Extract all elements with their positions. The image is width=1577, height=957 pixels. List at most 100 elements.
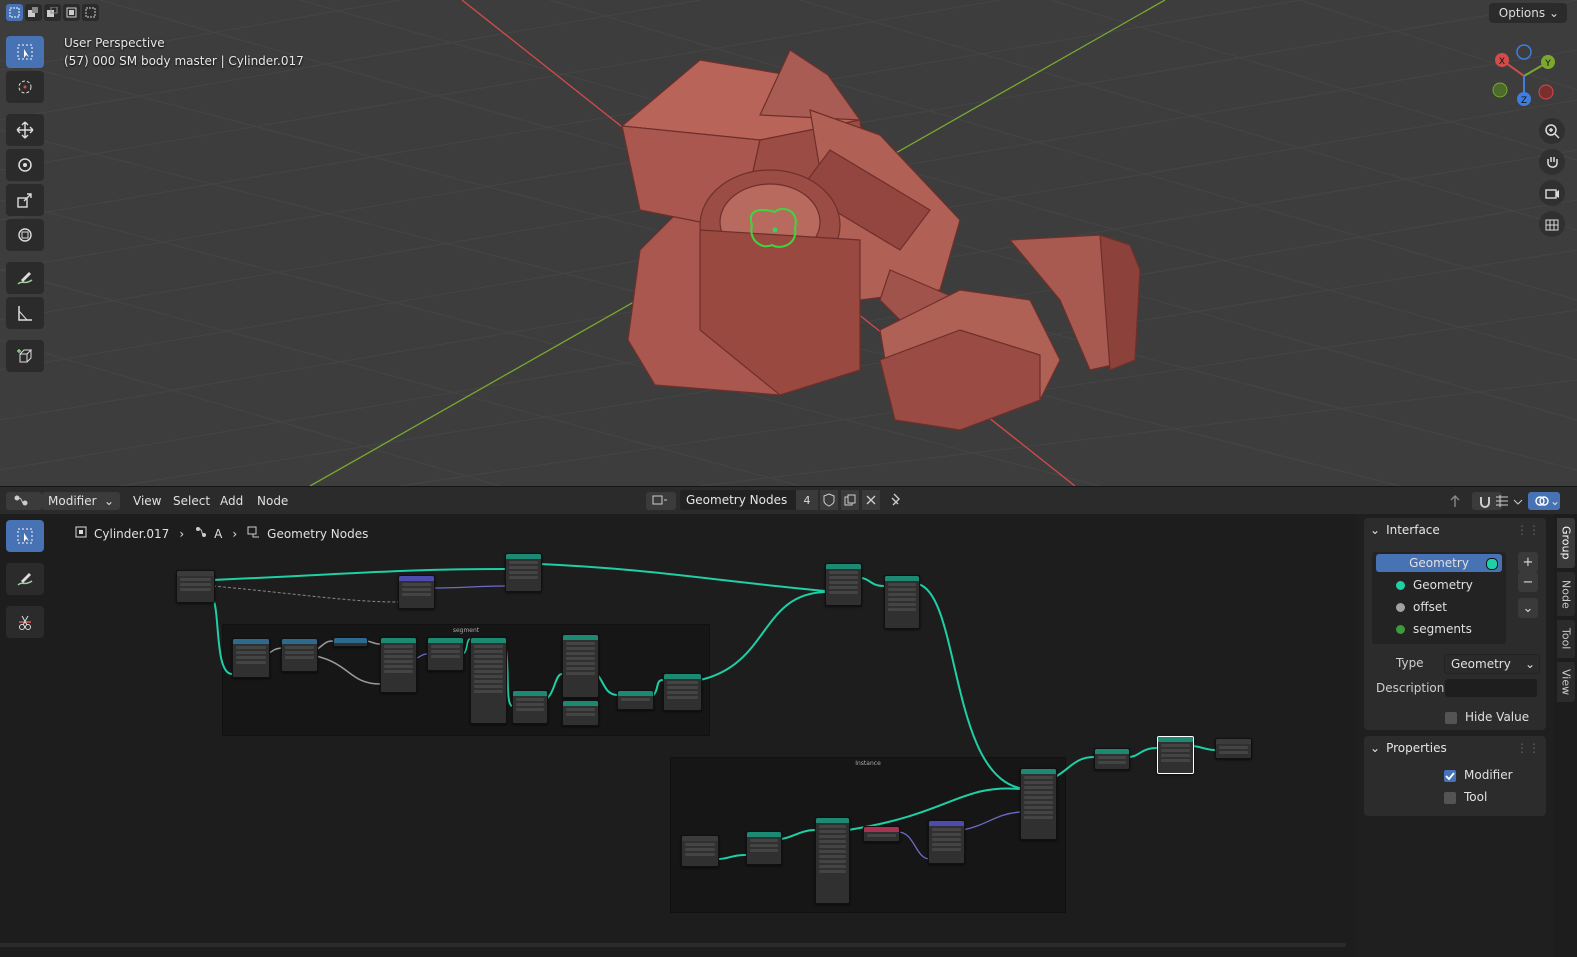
select-box-icon[interactable] [6, 36, 44, 68]
move-icon[interactable] [6, 114, 44, 146]
breadcrumb-object[interactable]: Cylinder.017 [94, 527, 169, 541]
breadcrumb-node-tree[interactable]: Geometry Nodes [267, 527, 368, 541]
zoom-icon[interactable] [1539, 118, 1565, 144]
menu-view[interactable]: View [133, 492, 161, 510]
drag-handle-icon[interactable]: ⋮⋮ [1516, 523, 1540, 537]
select-new-icon[interactable] [6, 4, 23, 21]
add-socket-button[interactable]: + [1518, 552, 1538, 572]
node-mesh-boolean[interactable] [825, 563, 862, 606]
transform-icon[interactable] [6, 219, 44, 251]
close-icon[interactable] [862, 490, 880, 510]
select-invert-icon[interactable] [63, 4, 80, 21]
chevron-down-icon[interactable]: ⌄ [1550, 492, 1560, 510]
interface-item-offset[interactable]: offset [1372, 596, 1506, 618]
node-flip-faces[interactable] [562, 700, 599, 726]
drag-handle-icon[interactable]: ⋮⋮ [1516, 741, 1540, 755]
tab-group[interactable]: Group [1557, 518, 1575, 568]
interface-item-label: segments [1413, 622, 1472, 636]
node-merge-by-distance-1[interactable] [663, 673, 702, 711]
node-merge-by-distance-2[interactable] [1157, 736, 1194, 774]
node-tree-icon [247, 525, 261, 542]
type-dropdown[interactable]: Geometry ⌄ [1444, 654, 1540, 674]
grid-ortho-icon[interactable] [1539, 211, 1565, 237]
select-extend-icon[interactable] [25, 4, 42, 21]
geometry-socket-icon [1486, 558, 1498, 570]
node-instance-on-points[interactable] [1020, 768, 1057, 840]
fake-user-shield-icon[interactable] [820, 490, 838, 510]
3d-viewport[interactable]: User Perspective (57) 000 SM body master… [0, 0, 1577, 486]
select-subtract-icon[interactable] [44, 4, 61, 21]
node-group-input[interactable] [176, 570, 215, 603]
interface-item-geometry-input[interactable]: Geometry [1372, 574, 1506, 596]
node-tree-name-field[interactable]: Geometry Nodes [680, 490, 801, 510]
modifier-checkbox[interactable] [1444, 770, 1456, 782]
node-divide[interactable] [232, 638, 270, 678]
node-divide-2[interactable] [333, 637, 368, 647]
interface-panel-header[interactable]: ⌄ Interface ⋮⋮ [1364, 518, 1546, 542]
node-tree-user-count[interactable]: 4 [796, 490, 818, 510]
duplicate-icon[interactable] [841, 490, 859, 510]
node-mesh-circle[interactable] [746, 831, 782, 865]
view-name: User Perspective [64, 36, 165, 50]
hide-value-checkbox[interactable] [1445, 712, 1457, 724]
node-curve-to-mesh[interactable] [512, 690, 548, 724]
hand-pan-icon[interactable] [1539, 149, 1565, 175]
cursor-icon[interactable] [6, 71, 44, 103]
horizontal-scrollbar[interactable] [0, 943, 1346, 947]
tab-node[interactable]: Node [1557, 572, 1575, 616]
node-align-euler-to-vector[interactable] [928, 820, 965, 864]
node-group-input-2[interactable] [681, 835, 719, 867]
description-field[interactable] [1445, 679, 1537, 697]
menu-select[interactable]: Select [173, 492, 210, 510]
pin-icon[interactable] [888, 492, 904, 511]
node-group-output[interactable] [1215, 738, 1252, 759]
integer-socket-icon [1396, 624, 1405, 634]
rotate-icon[interactable] [6, 149, 44, 181]
snap-target-icon[interactable] [1494, 492, 1524, 510]
viewport-scene [0, 0, 1577, 486]
node-to-radians[interactable] [281, 638, 318, 672]
tab-view[interactable]: View [1557, 662, 1575, 702]
mesh-object [618, 49, 1141, 431]
node-set-position-2[interactable] [884, 575, 920, 629]
interface-item-geometry-output[interactable]: Geometry [1376, 554, 1502, 572]
tool-checkbox[interactable] [1444, 792, 1456, 804]
options-button[interactable]: Options ⌄ [1488, 3, 1567, 23]
node-tree-browse-icon[interactable] [646, 492, 676, 510]
editor-type-icon[interactable] [6, 492, 42, 510]
annotate-icon[interactable] [6, 262, 44, 294]
editor-mode-dropdown[interactable]: Modifier ⌄ [42, 492, 120, 510]
node-arc[interactable] [380, 637, 417, 693]
measure-icon[interactable] [6, 297, 44, 329]
select-intersect-icon[interactable] [82, 4, 99, 21]
socket-specials-button[interactable]: ⌄ [1518, 598, 1538, 618]
node-transform-geometry-2[interactable] [815, 817, 850, 904]
node-join-geometry[interactable] [617, 690, 654, 710]
object-data-icon [74, 525, 88, 542]
remove-socket-button[interactable]: − [1518, 572, 1538, 592]
properties-panel-header[interactable]: ⌄ Properties ⋮⋮ [1364, 736, 1546, 760]
camera-icon[interactable] [1539, 180, 1565, 206]
annotate-icon[interactable] [6, 563, 44, 595]
parent-node-tree-icon[interactable] [1446, 492, 1464, 510]
node-set-position-1[interactable] [505, 553, 542, 592]
node-realize-instances[interactable] [1094, 748, 1130, 770]
node-fill-curve[interactable] [427, 637, 464, 671]
add-cube-icon[interactable] [6, 340, 44, 372]
interface-item-segments[interactable]: segments [1372, 618, 1506, 640]
breadcrumb-modifier[interactable]: A [214, 527, 222, 541]
node-combine-xyz[interactable] [398, 575, 435, 609]
select-icon[interactable] [6, 520, 44, 552]
viewport-toolbar [6, 36, 46, 375]
scale-icon[interactable] [6, 184, 44, 216]
menu-add[interactable]: Add [220, 492, 243, 510]
menu-node[interactable]: Node [257, 492, 288, 510]
node-extrude-mesh[interactable] [562, 634, 599, 698]
cut-links-icon[interactable] [6, 606, 44, 638]
node-transform-geometry-1[interactable] [470, 637, 507, 724]
node-normal[interactable] [863, 826, 900, 842]
float-socket-icon [1396, 602, 1405, 612]
tab-tool[interactable]: Tool [1557, 620, 1575, 658]
navigation-gizmo[interactable]: X Y Z [1488, 40, 1560, 112]
node-editor-toolbar [6, 520, 46, 641]
